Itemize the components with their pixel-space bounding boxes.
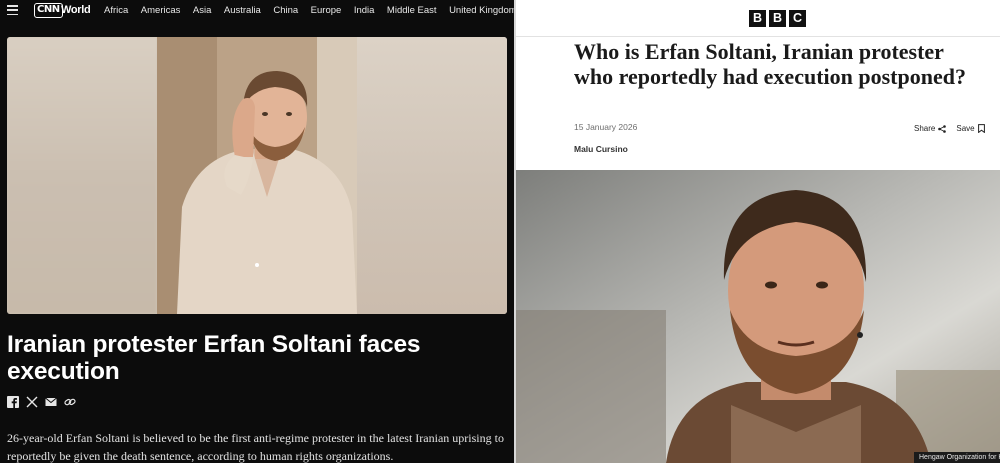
cnn-logo[interactable]: CNN	[34, 3, 63, 18]
nav-item-united-kingdom[interactable]: United Kingdom	[449, 5, 514, 16]
facebook-icon[interactable]	[7, 396, 19, 408]
byline: Malu Cursino	[574, 144, 628, 154]
section-title[interactable]: World	[61, 4, 91, 16]
bbc-logo-letter: B	[769, 10, 786, 27]
man-portrait-illustration	[157, 37, 357, 314]
article-actions: Share Save	[914, 124, 992, 133]
region-nav: Africa Americas Asia Australia China Eur…	[104, 5, 514, 16]
nav-item-africa[interactable]: Africa	[104, 5, 128, 16]
cnn-headline: Iranian protester Erfan Soltani faces ex…	[7, 331, 421, 385]
publish-date: 15 January 2026	[574, 122, 638, 132]
cnn-article-panel: CNN World Africa Americas Asia Australia…	[0, 0, 514, 463]
nav-item-middle-east[interactable]: Middle East	[387, 5, 437, 16]
nav-item-americas[interactable]: Americas	[141, 5, 181, 16]
share-button[interactable]: Share	[914, 124, 947, 133]
nav-item-asia[interactable]: Asia	[193, 5, 211, 16]
bbc-logo[interactable]: B B C	[749, 10, 806, 27]
share-label: Share	[914, 124, 936, 133]
link-icon[interactable]	[64, 396, 76, 408]
header-divider	[516, 36, 1000, 37]
man-portrait-snow-illustration	[516, 170, 1000, 463]
x-icon[interactable]	[26, 396, 38, 408]
share-icon	[938, 124, 947, 133]
bbc-logo-letter: B	[749, 10, 766, 27]
nav-item-australia[interactable]: Australia	[224, 5, 261, 16]
nav-item-europe[interactable]: Europe	[311, 5, 342, 16]
nav-item-china[interactable]: China	[273, 5, 298, 16]
cnn-top-nav: CNN World Africa Americas Asia Australia…	[0, 0, 514, 22]
nav-item-india[interactable]: India	[354, 5, 375, 16]
blurred-background-left	[7, 37, 157, 314]
share-bar	[7, 396, 76, 408]
bbc-article-panel: B B C Who is Erfan Soltani, Iranian prot…	[516, 0, 1000, 463]
menu-icon[interactable]	[7, 5, 18, 15]
hero-image	[7, 37, 507, 314]
photo-credit: Hengaw Organization for Hu	[914, 452, 1000, 463]
bbc-headline: Who is Erfan Soltani, Iranian protester …	[574, 39, 966, 89]
save-label: Save	[956, 124, 975, 133]
article-photo: Hengaw Organization for Hu	[516, 170, 1000, 463]
save-button[interactable]: Save	[956, 124, 985, 133]
portrait-photo	[157, 37, 357, 314]
article-lede: 26-year-old Erfan Soltani is believed to…	[7, 431, 504, 463]
bbc-logo-letter: C	[789, 10, 806, 27]
email-icon[interactable]	[45, 396, 57, 408]
blurred-background-right	[357, 37, 507, 314]
bookmark-icon	[977, 124, 985, 133]
